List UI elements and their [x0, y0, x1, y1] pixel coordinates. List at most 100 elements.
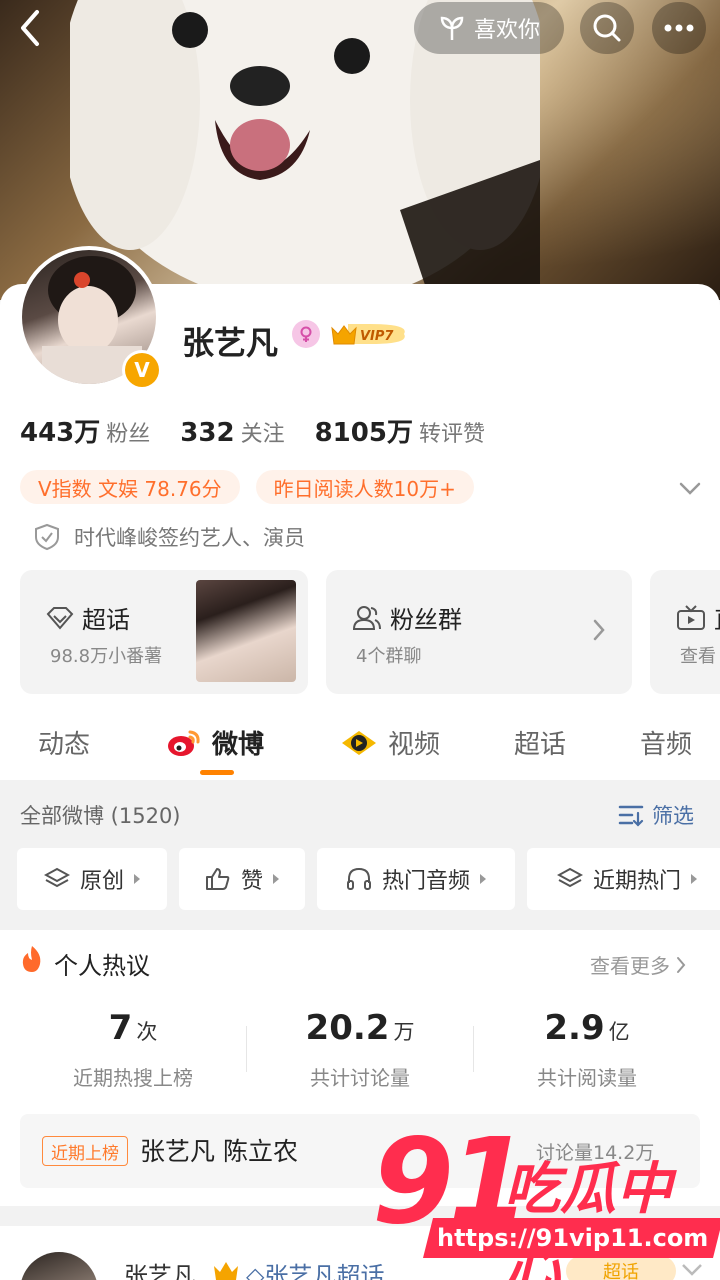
crown-icon — [214, 1262, 238, 1280]
stat-value: 8105万 — [314, 418, 413, 448]
tab-activity[interactable]: 动态 — [38, 724, 90, 761]
tile-super-topic[interactable]: 超话 98.8万小番薯 — [20, 570, 308, 694]
tile-live[interactable]: 直 查看 — [650, 570, 720, 694]
chip-label: 原创 — [79, 869, 124, 894]
reader-count-tag[interactable]: 昨日阅读人数10万+ — [255, 470, 474, 504]
tab-video[interactable]: 视频 — [340, 724, 440, 761]
feed-filter: 全部微博 (1520) 筛选 原创 赞 热门音频 近期热门 — [0, 780, 720, 930]
verified-badge: V — [122, 350, 162, 390]
stat-value: 443万 — [20, 418, 101, 448]
search-button[interactable] — [580, 2, 634, 54]
tile-title-text: 超话 — [82, 606, 130, 634]
chip-arrow-icon — [480, 874, 486, 884]
profile-tabs: 动态 微博 视频 超话 音频 — [0, 712, 720, 780]
filter-button[interactable]: 筛选 — [618, 800, 694, 830]
chip-recent-hot[interactable]: 近期热门 — [527, 848, 720, 910]
tile-subtitle: 查看 — [680, 646, 716, 667]
chevron-right-icon — [593, 619, 605, 641]
more-button[interactable] — [652, 2, 706, 54]
stat-label: 转评赞 — [418, 422, 485, 447]
metric-unit: 次 — [136, 1020, 158, 1044]
tile-subtitle: 4个群聊 — [356, 646, 422, 667]
v-index-tag[interactable]: V指数 文娱 78.76分 — [20, 470, 240, 504]
feature-tiles: 超话 98.8万小番薯 粉丝群 4个群聊 直 查看 — [20, 570, 720, 694]
search-icon — [593, 14, 621, 42]
tile-thumbnail — [196, 580, 296, 682]
profile-page: 喜欢你 V 张艺凡 VIP7 443万 粉丝 332 关注 8105万 转评赞 … — [0, 0, 720, 1280]
layers-icon — [556, 867, 583, 888]
shield-check-icon — [35, 523, 59, 551]
stat-followers[interactable]: 443万 粉丝 — [20, 412, 150, 449]
metric-unit: 亿 — [608, 1020, 630, 1044]
stat-label: 粉丝 — [106, 422, 151, 447]
video-icon — [342, 730, 376, 755]
tab-label: 超话 — [514, 730, 567, 760]
weibo-icon — [168, 730, 200, 756]
tab-label: 视频 — [388, 730, 441, 760]
layers-icon — [43, 867, 70, 888]
metric-unit: 万 — [393, 1020, 415, 1044]
metric-reads: 2.9 亿 共计阅读量 — [474, 1008, 700, 1091]
stat-value: 332 — [180, 418, 235, 448]
thumbs-up-icon — [205, 868, 230, 890]
chip-hot-audio[interactable]: 热门音频 — [317, 848, 515, 910]
trend-text: 张艺凡 陈立农 — [140, 1137, 298, 1166]
post-author-name[interactable]: 张艺凡 — [124, 1256, 196, 1280]
chip-label: 热门音频 — [381, 869, 470, 894]
like-you-label: 喜欢你 — [473, 18, 540, 43]
chip-arrow-icon — [134, 874, 140, 884]
chip-original[interactable]: 原创 — [17, 848, 167, 910]
sprout-icon — [440, 16, 464, 40]
tile-title-text: 直 — [714, 600, 720, 635]
chevron-left-icon — [21, 10, 39, 46]
tab-audio[interactable]: 音频 — [640, 724, 692, 761]
tab-label: 音频 — [640, 730, 693, 760]
group-icon — [352, 605, 381, 630]
post-topic-link[interactable]: ◇张艺凡超话 — [246, 1256, 384, 1280]
tile-title-text: 粉丝群 — [390, 606, 462, 634]
top-bar: 喜欢你 — [0, 0, 720, 60]
verification-text: 时代峰峻签约艺人、演员 — [74, 526, 305, 550]
chevron-down-icon[interactable] — [676, 474, 704, 502]
like-you-button[interactable]: 喜欢你 — [414, 2, 564, 54]
metric-hot-search: 7次 近期热搜上榜 — [20, 1008, 246, 1091]
chip-arrow-icon — [691, 874, 697, 884]
active-tab-indicator — [200, 770, 234, 775]
watermark: 91 吃瓜中心 https://91vip11.com — [372, 1122, 720, 1280]
tile-subtitle: 98.8万小番薯 — [50, 646, 163, 667]
tile-fan-group[interactable]: 粉丝群 4个群聊 — [326, 570, 632, 694]
diamond-icon — [46, 606, 74, 630]
see-more-link[interactable]: 查看更多 — [590, 950, 686, 979]
tile-title: 粉丝群 — [352, 600, 462, 635]
vip-badge[interactable]: VIP7 — [330, 320, 410, 348]
stats-row: 443万 粉丝 332 关注 8105万 转评赞 — [20, 412, 485, 449]
chip-liked[interactable]: 赞 — [179, 848, 305, 910]
tv-icon — [677, 604, 705, 630]
vip-label: VIP7 — [360, 329, 394, 344]
hot-title: 个人热议 — [54, 952, 150, 980]
back-button[interactable] — [10, 6, 50, 50]
see-more-label: 查看更多 — [590, 954, 670, 978]
watermark-url: https://91vip11.com — [437, 1224, 709, 1252]
stat-following[interactable]: 332 关注 — [180, 416, 284, 448]
tile-title: 超话 — [46, 600, 130, 635]
headphones-icon — [346, 867, 371, 890]
post-topic-text: 张艺凡超话 — [264, 1262, 385, 1280]
tab-weibo[interactable]: 微博 — [166, 724, 264, 761]
verification-info: 时代峰峻签约艺人、演员 — [34, 522, 305, 552]
metric-discussions: 20.2 万 共计讨论量 — [247, 1008, 473, 1091]
watermark-url-box: https://91vip11.com — [423, 1218, 720, 1258]
chevron-right-icon — [677, 956, 686, 973]
filter-label: 筛选 — [652, 804, 694, 828]
flame-icon — [22, 946, 41, 972]
verified-v: V — [125, 353, 159, 387]
post-avatar[interactable] — [20, 1252, 98, 1280]
tab-label: 动态 — [38, 730, 91, 760]
profile-name: 张艺凡 — [182, 324, 279, 362]
stat-interactions[interactable]: 8105万 转评赞 — [315, 412, 485, 449]
diamond-icon: ◇ — [246, 1262, 265, 1280]
metric-desc: 共计阅读量 — [537, 1066, 637, 1090]
all-posts-count: 全部微博 (1520) — [20, 804, 181, 828]
stat-label: 关注 — [240, 422, 285, 447]
tab-super-topic[interactable]: 超话 — [514, 724, 566, 761]
